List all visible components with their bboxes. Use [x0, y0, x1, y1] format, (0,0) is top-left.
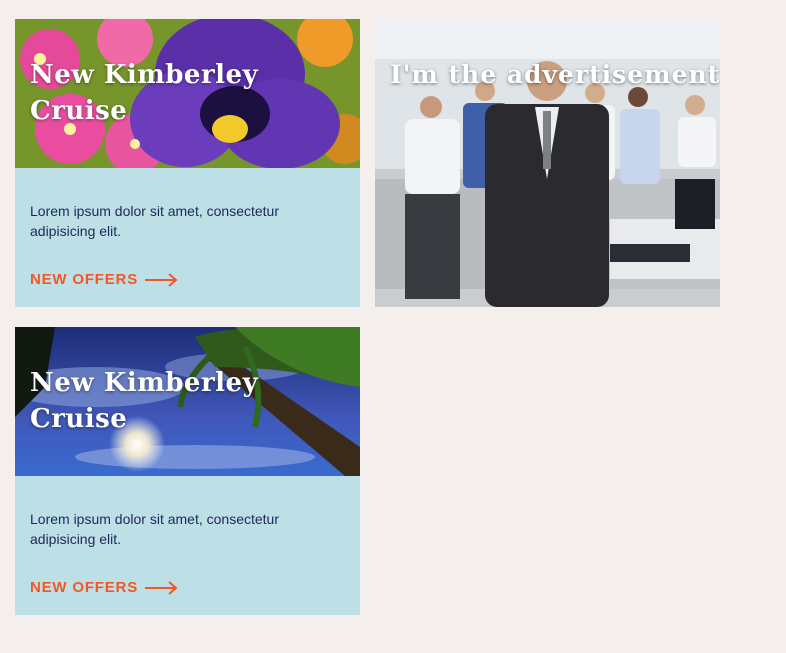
card-image-flowers[interactable]: New Kimberley Cruise: [15, 19, 360, 168]
card-image-palms[interactable]: New Kimberley Cruise: [15, 327, 360, 476]
advertisement[interactable]: I'm the advertisement: [375, 19, 720, 307]
card-description: Lorem ipsum dolor sit amet, consectetur …: [30, 203, 279, 239]
offer-card-1: New Kimberley Cruise Lorem ipsum dolor s…: [15, 19, 360, 307]
new-offers-label: NEW OFFERS: [30, 271, 138, 288]
new-offers-label: NEW OFFERS: [30, 579, 138, 596]
advertisement-title: I'm the advertisement: [390, 60, 720, 89]
offer-card-2: New Kimberley Cruise Lorem ipsum dolor s…: [15, 327, 360, 615]
arrow-right-icon: [145, 272, 178, 287]
new-offers-link[interactable]: NEW OFFERS: [30, 579, 178, 596]
new-offers-link[interactable]: NEW OFFERS: [30, 271, 178, 288]
card-title: New Kimberley Cruise: [30, 368, 259, 434]
card-description: Lorem ipsum dolor sit amet, consectetur …: [30, 511, 279, 547]
arrow-right-icon: [145, 580, 178, 595]
card-title: New Kimberley Cruise: [30, 60, 259, 126]
